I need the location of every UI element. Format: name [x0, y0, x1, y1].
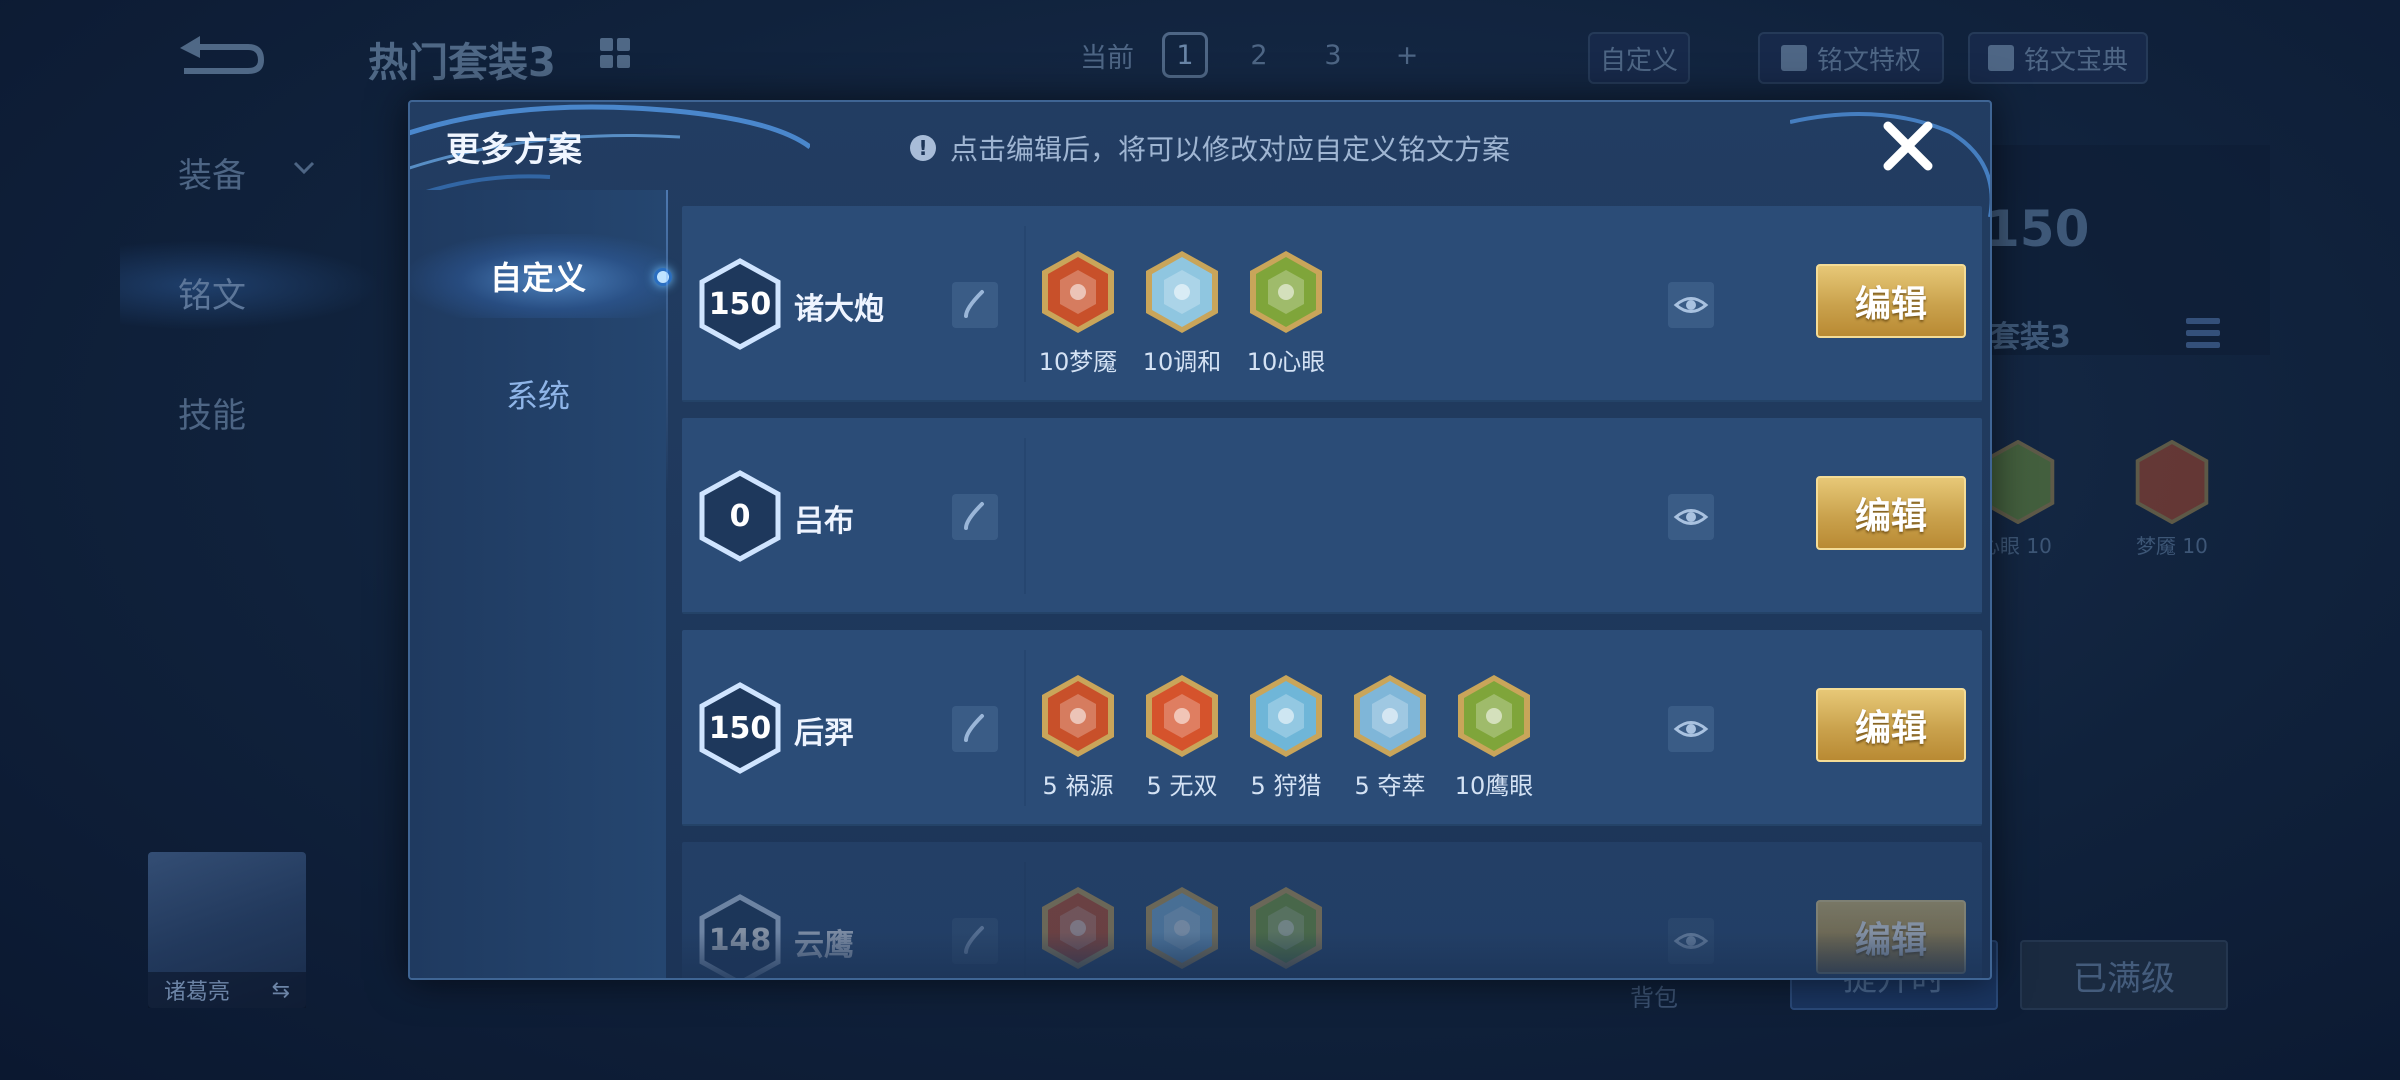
tab-page-3[interactable]: 3 [1310, 32, 1356, 78]
tab-page-2[interactable]: 2 [1236, 32, 1282, 78]
sidebar-item-skill[interactable]: 技能 [178, 388, 246, 437]
calamity-rune-icon [1042, 675, 1114, 757]
back-arrow-icon[interactable] [170, 30, 270, 80]
nightmare-rune-icon [1042, 251, 1114, 333]
hint-message: ! 点击编辑后，将可以修改对应自定义铭文方案 [910, 128, 1510, 168]
row-divider [1024, 438, 1026, 594]
rune-item[interactable]: 10鹰眼 [1454, 672, 1534, 801]
rune-label: 10鹰眼 [1454, 772, 1534, 800]
rename-pen-icon[interactable] [952, 282, 998, 328]
set-title: 热门套装3 [368, 40, 556, 86]
info-icon: ! [910, 135, 936, 161]
tab-custom[interactable]: 自定义 [410, 234, 672, 318]
rune-label: 5 无双 [1146, 772, 1218, 800]
rune-item[interactable]: 5 夺萃 [1350, 672, 1430, 801]
sidebar-highlight [120, 240, 380, 330]
add-page-button[interactable]: + [1384, 32, 1430, 78]
rune-label: 5 狩猎 [1250, 772, 1322, 800]
tab-system-label: 系统 [505, 377, 570, 415]
harmony-rune-icon [1146, 251, 1218, 333]
rune-label: 10心眼 [1246, 348, 1326, 376]
edit-button[interactable]: 编辑 [1816, 688, 1966, 762]
edit-button[interactable]: 编辑 [1816, 264, 1966, 338]
tab-custom-label: 自定义 [489, 259, 586, 297]
plan-name: 诸大炮 [794, 292, 884, 327]
plan-row: 150 诸大炮 10梦魇 10调和 10心眼 编辑 [682, 206, 1982, 402]
tab-system[interactable]: 系统 [410, 352, 666, 436]
close-icon[interactable] [1878, 116, 1938, 176]
more-plans-dialog: 更多方案 ! 点击编辑后，将可以修改对应自定义铭文方案 自定义 系统 150 诸… [408, 100, 1992, 980]
eagle-eye-rune-icon [1458, 675, 1530, 757]
nightmare-rune-icon [2135, 440, 2209, 524]
plan-name: 吕布 [794, 504, 854, 539]
bag-label[interactable]: 背包 [1630, 978, 1678, 1013]
swap-icon[interactable]: ⇆ [272, 978, 290, 1003]
set-label: 套装3 [1990, 320, 2071, 355]
rune-item[interactable]: 5 祸源 [1038, 672, 1118, 801]
plan-list[interactable]: 150 诸大炮 10梦魇 10调和 10心眼 编辑 0 吕布 编辑 150 后羿… [682, 206, 1982, 978]
rune-item[interactable]: 10调和 [1142, 248, 1222, 377]
eye-icon[interactable] [1668, 706, 1714, 752]
rune-item[interactable]: 10心眼 [1246, 248, 1326, 377]
dialog-title: 更多方案 [446, 130, 582, 170]
rune-list: 10梦魇 10调和 10心眼 [1038, 248, 1326, 377]
hero-name-bar: 诸葛亮 ⇆ [148, 972, 306, 1008]
maxed-button[interactable]: 已满级 [2020, 940, 2228, 1010]
rune-label: 10梦魇 [1038, 348, 1118, 376]
edit-button[interactable]: 编辑 [1816, 476, 1966, 550]
guide-button-label: 铭文宝典 [2023, 45, 2128, 76]
rune-list: 5 祸源 5 无双 5 狩猎 5 夺萃 10鹰眼 [1038, 672, 1534, 801]
rune-label: 10调和 [1142, 348, 1222, 376]
dialog-header: 更多方案 ! 点击编辑后，将可以修改对应自定义铭文方案 [410, 102, 1990, 217]
rune-label: 5 祸源 [1042, 772, 1114, 800]
guide-icon [1987, 45, 2014, 71]
page-tabs: 当前 1 2 3 + [1080, 32, 1430, 78]
plunder-rune-icon [1354, 675, 1426, 757]
sidebar-item-equipment[interactable]: 装备 [178, 148, 246, 197]
menu-icon[interactable] [2186, 318, 2220, 358]
rune-label: 5 夺萃 [1354, 772, 1426, 800]
hero-name: 诸葛亮 [164, 980, 231, 1005]
feature-button[interactable]: 铭文特权 [1758, 32, 1944, 84]
insight-rune-icon [1250, 251, 1322, 333]
grid-icon[interactable] [600, 38, 632, 70]
sidebar-item-inscription[interactable]: 铭文 [178, 268, 246, 317]
rune-level: 0 [729, 498, 751, 534]
active-indicator [654, 268, 672, 286]
plan-row: 0 吕布 编辑 [682, 418, 1982, 614]
plan-row: 150 后羿 5 祸源 5 无双 5 狩猎 5 夺萃 10鹰眼 编辑 [682, 630, 1982, 826]
rune-item[interactable]: 10梦魇 [1038, 248, 1118, 377]
plan-name: 后羿 [794, 716, 854, 751]
hint-text: 点击编辑后，将可以修改对应自定义铭文方案 [950, 133, 1511, 166]
eye-icon[interactable] [1668, 494, 1714, 540]
rename-pen-icon[interactable] [952, 494, 998, 540]
rune-item[interactable]: 5 狩猎 [1246, 672, 1326, 801]
rune-item[interactable]: 5 无双 [1142, 672, 1222, 801]
current-label: 当前 [1080, 42, 1134, 74]
rune-level: 150 [708, 286, 772, 322]
chevron-down-icon [293, 161, 315, 175]
peerless-rune-icon [1146, 675, 1218, 757]
rename-pen-icon[interactable] [952, 706, 998, 752]
row-divider [1024, 226, 1026, 382]
hunt-rune-icon [1250, 675, 1322, 757]
row-divider [1024, 650, 1026, 806]
tab-page-1[interactable]: 1 [1162, 32, 1208, 78]
sidebar-divider [666, 190, 668, 490]
feature-button-label: 铭文特权 [1816, 45, 1921, 76]
custom-button[interactable]: 自定义 [1588, 32, 1690, 84]
level-value: 150 [1985, 200, 2090, 258]
rune-label: 梦魇 10 [2136, 534, 2208, 558]
rune-level: 150 [708, 710, 772, 746]
list-fade [682, 932, 1982, 978]
eye-icon[interactable] [1668, 282, 1714, 328]
guide-button[interactable]: 铭文宝典 [1968, 32, 2148, 84]
book-icon [1780, 45, 1807, 71]
plan-sidebar: 自定义 系统 [410, 190, 672, 978]
